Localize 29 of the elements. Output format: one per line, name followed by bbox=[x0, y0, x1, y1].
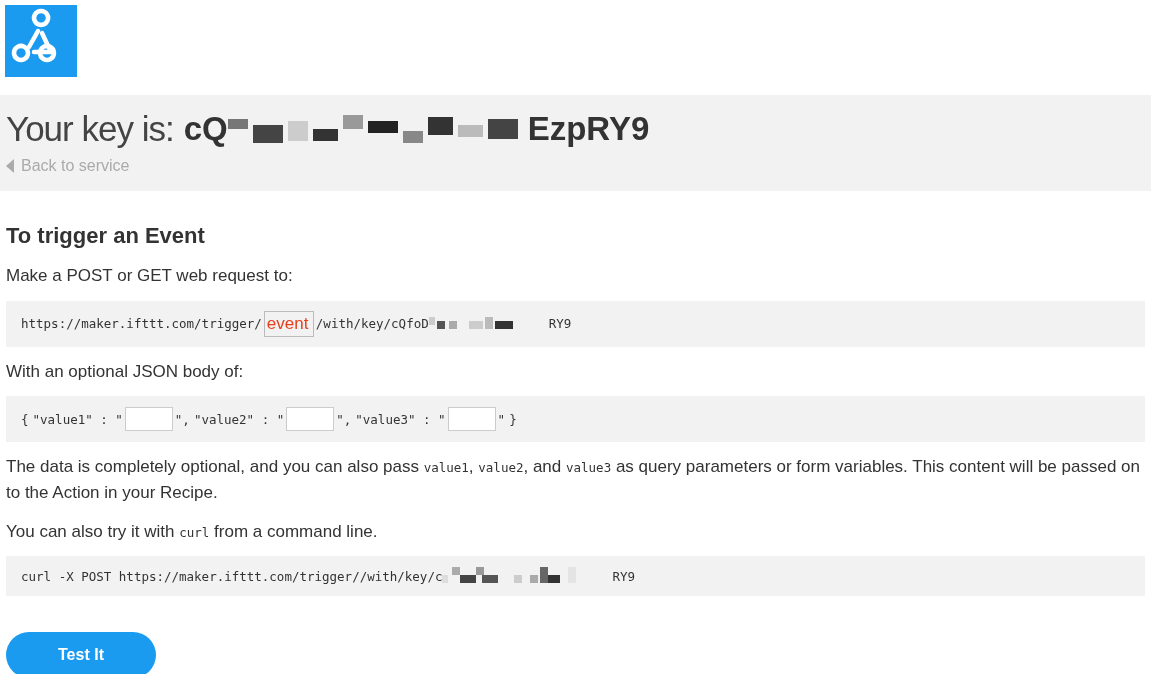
caret-left-icon bbox=[6, 159, 14, 173]
test-it-button[interactable]: Test It bbox=[6, 632, 156, 674]
webhooks-logo-icon bbox=[5, 5, 77, 79]
key-label: Your key is: bbox=[6, 109, 174, 149]
request-intro: Make a POST or GET web request to: bbox=[6, 265, 294, 287]
section-heading: To trigger an Event bbox=[6, 223, 206, 249]
json-text: " bbox=[497, 411, 506, 427]
api-key: cQ bbox=[183, 110, 228, 148]
json-text: "value1" : " bbox=[32, 411, 123, 427]
json-text: "value2" : " bbox=[193, 411, 285, 427]
curl-text: curl -X POST https://maker.ifttt.com/trigger//with/key/c bbox=[21, 568, 443, 584]
value-field[interactable] bbox=[286, 407, 335, 431]
curl-intro: You can also try it with curl from a command line. bbox=[6, 520, 379, 543]
url-text: /with/key/cQfoD bbox=[315, 316, 429, 331]
body-intro: With an optional JSON body of: bbox=[6, 360, 245, 383]
json-text: ", bbox=[336, 411, 352, 427]
value-field[interactable] bbox=[124, 407, 173, 431]
json-text: ", bbox=[174, 411, 190, 427]
url-text: RY9 bbox=[548, 316, 572, 331]
api-key-end: EzpRY9 bbox=[527, 110, 650, 148]
curl-text: RY9 bbox=[612, 568, 635, 584]
url-text: https://maker.ifttt.com/trigger/ bbox=[21, 316, 262, 331]
back-to-service-link[interactable]: Back to service bbox=[6, 157, 130, 175]
json-text: "value3" : " bbox=[355, 411, 446, 427]
value-field[interactable] bbox=[447, 407, 496, 431]
data-note: The data is completely optional, and you can also pass value1, value2, and value3 as query parameters or form variables. This content will be passed on to the Action in your Recipe. bbox=[6, 456, 1141, 505]
json-text: } bbox=[509, 411, 517, 427]
event-name-field[interactable]: event bbox=[263, 310, 314, 337]
json-text: { bbox=[21, 411, 29, 427]
